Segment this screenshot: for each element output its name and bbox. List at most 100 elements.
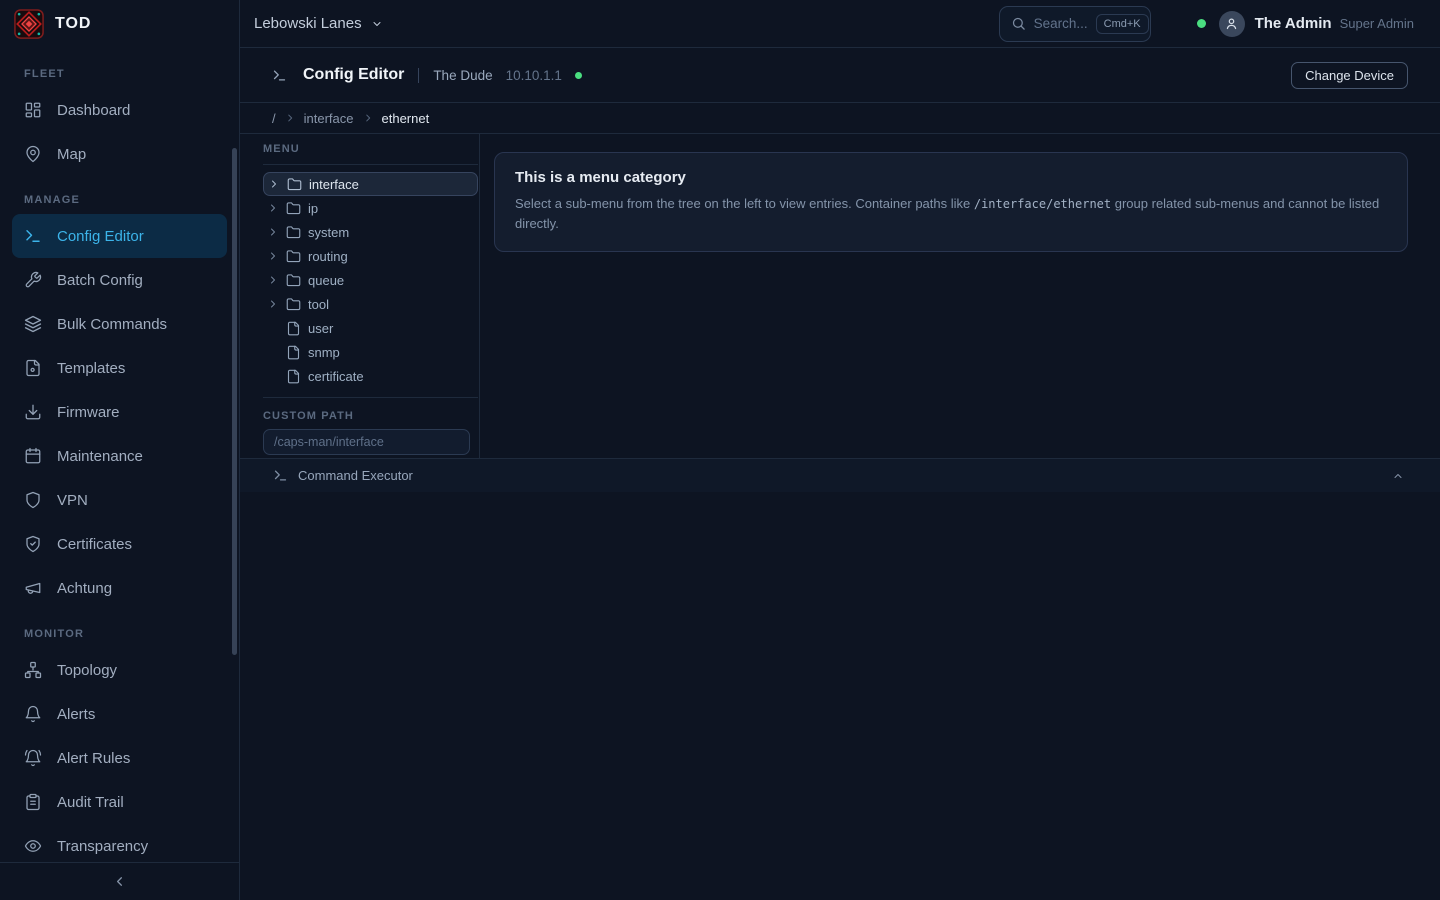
sidebar-item-certificates[interactable]: Certificates — [12, 522, 227, 566]
search-icon — [1011, 16, 1026, 31]
search-input[interactable]: Search... Cmd+K — [999, 6, 1151, 42]
sidebar-item-topology[interactable]: Topology — [12, 648, 227, 692]
folder-icon — [286, 249, 301, 264]
sidebar-item-alert-rules[interactable]: Alert Rules — [12, 736, 227, 780]
sidebar-item-dashboard[interactable]: Dashboard — [12, 88, 227, 132]
breadcrumb-root[interactable]: / — [272, 111, 276, 126]
tree-item-label: ip — [308, 201, 318, 216]
terminal-icon — [272, 68, 287, 83]
sidebar-item-label: Batch Config — [57, 272, 143, 289]
terminal-icon — [24, 227, 42, 245]
card-description: Select a sub-menu from the tree on the l… — [515, 194, 1387, 233]
sidebar-item-bulk-commands[interactable]: Bulk Commands — [12, 302, 227, 346]
tree-item-certificate[interactable]: certificate — [263, 364, 478, 388]
user-name: The Admin — [1255, 15, 1332, 32]
sidebar-item-label: Dashboard — [57, 102, 130, 119]
search-shortcut-badge: Cmd+K — [1096, 14, 1149, 34]
device-status-dot — [575, 72, 582, 79]
sidebar-collapse-button[interactable] — [0, 862, 239, 900]
custom-path-section: CUSTOM PATH — [263, 397, 478, 455]
page-title: Config Editor — [303, 66, 404, 84]
tree-item-label: tool — [308, 297, 329, 312]
connection-status-dot — [1197, 19, 1206, 28]
tree-item-interface[interactable]: interface — [263, 172, 478, 196]
sidebar-item-batch-config[interactable]: Batch Config — [12, 258, 227, 302]
command-executor-label: Command Executor — [298, 468, 413, 483]
brand-name: TOD — [55, 15, 91, 33]
file-template-icon — [24, 359, 42, 377]
tree-item-ip[interactable]: ip — [263, 196, 478, 220]
tree-item-snmp[interactable]: snmp — [263, 340, 478, 364]
folder-icon — [286, 297, 301, 312]
org-switcher[interactable]: Lebowski Lanes — [254, 15, 383, 32]
topbar-right: Search... Cmd+K The Admin Super Admin — [999, 6, 1424, 42]
layers-icon — [24, 315, 42, 333]
chevron-right-icon[interactable] — [267, 202, 279, 214]
brand: TOD — [0, 0, 239, 48]
eye-icon — [24, 837, 42, 855]
sidebar-item-label: Audit Trail — [57, 794, 124, 811]
tree-item-tool[interactable]: tool — [263, 292, 478, 316]
chevron-right-icon[interactable] — [267, 298, 279, 310]
content-panel: This is a menu category Select a sub-men… — [480, 134, 1440, 458]
sidebar-item-label: VPN — [57, 492, 88, 509]
sidebar-item-vpn[interactable]: VPN — [12, 478, 227, 522]
chevron-right-icon[interactable] — [268, 178, 280, 190]
wrench-icon — [24, 271, 42, 289]
page-background — [240, 492, 1440, 900]
shield-check-icon — [24, 535, 42, 553]
bell-icon — [24, 705, 42, 723]
custom-path-input[interactable] — [263, 429, 470, 455]
file-icon — [286, 369, 301, 384]
sidebar-item-audit-trail[interactable]: Audit Trail — [12, 780, 227, 824]
section-label-fleet: FLEET — [12, 50, 227, 88]
sidebar-item-label: Map — [57, 146, 86, 163]
sidebar-item-config-editor[interactable]: Config Editor — [12, 214, 227, 258]
dashboard-icon — [24, 101, 42, 119]
tree-item-user[interactable]: user — [263, 316, 478, 340]
network-icon — [24, 661, 42, 679]
folder-icon — [286, 201, 301, 216]
section-label-monitor: MONITOR — [12, 610, 227, 648]
breadcrumb-item-interface[interactable]: interface — [304, 111, 354, 126]
tree-item-queue[interactable]: queue — [263, 268, 478, 292]
change-device-button[interactable]: Change Device — [1291, 62, 1408, 89]
shield-icon — [24, 491, 42, 509]
tree-item-label: system — [308, 225, 349, 240]
sidebar-item-transparency[interactable]: Transparency — [12, 824, 227, 862]
menu-tree-panel: MENU interface ip syst — [240, 134, 480, 458]
sidebar-item-alerts[interactable]: Alerts — [12, 692, 227, 736]
chevron-down-icon — [371, 18, 383, 30]
sidebar-item-label: Config Editor — [57, 228, 144, 245]
search-placeholder: Search... — [1034, 16, 1088, 31]
chevron-up-icon[interactable] — [1392, 470, 1404, 482]
sidebar-item-maintenance[interactable]: Maintenance — [12, 434, 227, 478]
folder-icon — [287, 177, 302, 192]
sidebar-scrollbar[interactable] — [232, 148, 237, 655]
sidebar-item-firmware[interactable]: Firmware — [12, 390, 227, 434]
device-name: The Dude — [433, 68, 492, 83]
chevron-right-icon — [363, 113, 373, 123]
app-root: TOD FLEET Dashboard Map MANAGE Config Ed… — [0, 0, 1440, 900]
tree-item-system[interactable]: system — [263, 220, 478, 244]
chevron-right-icon[interactable] — [267, 226, 279, 238]
sidebar-item-map[interactable]: Map — [12, 132, 227, 176]
tree-item-label: routing — [308, 249, 348, 264]
tree-item-routing[interactable]: routing — [263, 244, 478, 268]
chevron-right-icon[interactable] — [267, 274, 279, 286]
workspace: MENU interface ip syst — [240, 134, 1440, 458]
tree-item-label: queue — [308, 273, 344, 288]
sidebar-item-achtung[interactable]: Achtung — [12, 566, 227, 610]
sidebar-item-label: Bulk Commands — [57, 316, 167, 333]
command-executor-bar[interactable]: Command Executor — [240, 458, 1440, 492]
sidebar-item-label: Alert Rules — [57, 750, 130, 767]
sidebar-item-label: Firmware — [57, 404, 120, 421]
menu-category-card: This is a menu category Select a sub-men… — [494, 152, 1408, 252]
sidebar-item-templates[interactable]: Templates — [12, 346, 227, 390]
rune-diamond-icon — [14, 9, 44, 39]
chevron-right-icon[interactable] — [267, 250, 279, 262]
folder-icon — [286, 225, 301, 240]
sidebar-item-label: Achtung — [57, 580, 112, 597]
avatar[interactable] — [1219, 11, 1245, 37]
tree-item-label: interface — [309, 177, 359, 192]
